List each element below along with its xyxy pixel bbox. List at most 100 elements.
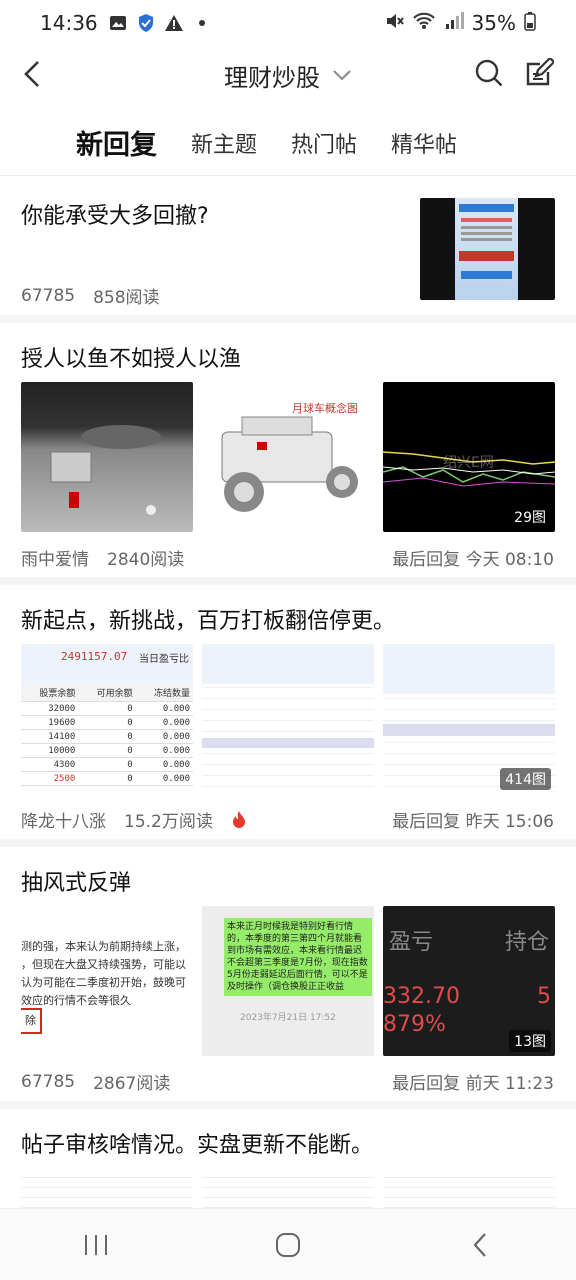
forum-title-text: 理财炒股 xyxy=(224,63,320,92)
search-button[interactable] xyxy=(474,58,506,90)
system-nav-bar xyxy=(0,1208,576,1280)
sheet-cell: 14100 xyxy=(48,731,76,742)
sheet-cell: 0 xyxy=(127,703,133,714)
post-item[interactable]: 帖子审核啥情况。实盘更新不能断。 xyxy=(0,1109,576,1208)
post-thumbnail[interactable] xyxy=(420,198,555,300)
mute-icon xyxy=(384,11,404,36)
image-text: 5 xyxy=(537,984,551,1009)
post-meta: 67785 2867阅读 xyxy=(21,1069,171,1095)
post-image[interactable]: 测的强，本来认为前期持续上涨， ，但现在大盘又持续强势，可能以 认为可能在二季度… xyxy=(21,906,193,1056)
tab-new-replies[interactable]: 新回复 xyxy=(76,123,157,162)
sheet-cell: 32000 xyxy=(48,703,76,714)
post-image[interactable]: 2491157.07 当日盈亏比 股票余额 可用余额 冻结数量 32000 0 0.… xyxy=(21,644,193,794)
post-image[interactable]: 绍兴E网 29图 xyxy=(383,382,555,532)
image-text: 879% xyxy=(383,1012,446,1037)
sheet-cell: 0.000 xyxy=(162,703,190,714)
battery-text: 35% xyxy=(471,11,516,35)
post-item[interactable]: 你能承受大多回撤? 67785 858阅读 xyxy=(0,177,576,323)
image-watermark: 绍兴E网 xyxy=(443,455,494,471)
nav-back-button[interactable] xyxy=(450,1225,510,1265)
forum-title[interactable]: 理财炒股 xyxy=(224,58,352,93)
post-title: 抽风式反弹 xyxy=(21,871,132,896)
post-image[interactable] xyxy=(202,644,374,794)
search-icon xyxy=(475,59,503,87)
recent-apps-button[interactable] xyxy=(66,1225,126,1265)
sheet-cell: 0 xyxy=(127,717,133,728)
compose-button[interactable] xyxy=(524,56,556,90)
post-image[interactable] xyxy=(202,1168,374,1208)
sheet-cell: 2500 xyxy=(53,773,76,784)
wifi-icon xyxy=(412,11,436,36)
tab-hot-posts[interactable]: 热门帖 xyxy=(291,127,357,159)
post-image[interactable]: 本来正月时候我是特别好看行情的，本季度的第三第四个月就能看到市场有需效应，本来看… xyxy=(202,906,374,1056)
shield-icon xyxy=(136,13,156,33)
dot-icon xyxy=(192,13,212,33)
post-meta: 雨中爱情 2840阅读 xyxy=(21,545,184,570)
image-text: 持仓 xyxy=(504,930,549,955)
signal-icon xyxy=(444,11,464,36)
post-item[interactable]: 授人以鱼不如授人以渔 月球车概念图 绍兴E网 29图 雨中爱情 2840阅读 最… xyxy=(0,323,576,585)
image-count-badge: 13图 xyxy=(509,1030,551,1052)
post-title: 你能承受大多回撤? xyxy=(21,204,209,229)
post-meta: 67785 858阅读 xyxy=(21,283,160,309)
tab-featured[interactable]: 精华帖 xyxy=(391,127,457,159)
post-title: 帖子审核啥情况。实盘更新不能断。 xyxy=(21,1133,374,1158)
last-reply: 最后回复 今天 08:10 xyxy=(392,550,554,570)
image-count-badge: 414图 xyxy=(500,768,551,790)
post-image[interactable]: 414图 xyxy=(383,644,555,794)
status-time: 14:36 xyxy=(40,11,98,35)
sheet-top-label: 当日盈亏比 xyxy=(139,654,189,665)
chevron-down-icon xyxy=(333,70,351,81)
fire-icon xyxy=(232,810,245,828)
tab-bar: 新回复 新主题 热门帖 精华帖 xyxy=(0,110,576,176)
post-image[interactable] xyxy=(21,382,193,532)
back-icon xyxy=(473,1232,486,1257)
last-reply: 最后回复 前天 11:23 xyxy=(392,1074,554,1094)
image-text-line: ，但现在大盘又持续强势，可能以 xyxy=(21,958,186,971)
warning-icon xyxy=(164,13,184,33)
tab-new-topics[interactable]: 新主题 xyxy=(191,127,257,159)
post-reads: 2840阅读 xyxy=(107,550,185,570)
sheet-cell: 0.000 xyxy=(162,717,190,728)
image-text-line: 认为可能在二季度初开始，鼓晚可 xyxy=(21,976,186,989)
post-image[interactable] xyxy=(21,1168,193,1208)
edit-icon xyxy=(526,56,556,86)
sheet-cell: 0.000 xyxy=(162,731,190,742)
post-image[interactable] xyxy=(383,1168,555,1208)
sheet-cell: 0.000 xyxy=(162,773,190,784)
image-caption: 月球车概念图 xyxy=(292,402,358,415)
app-header: 理财炒股 xyxy=(0,46,576,104)
post-image[interactable]: 盈亏 持仓 332.70 5 879% 13图 xyxy=(383,906,555,1056)
post-author: 降龙十八涨 xyxy=(21,812,106,832)
post-reads: 858阅读 xyxy=(93,288,160,308)
sheet-cell: 0.000 xyxy=(162,759,190,770)
home-icon xyxy=(276,1232,300,1257)
sheet-cell: 0 xyxy=(127,731,133,742)
image-text: 盈亏 xyxy=(389,930,434,955)
image-mark: 除 xyxy=(21,1008,42,1034)
last-reply: 最后回复 昨天 15:06 xyxy=(392,812,554,832)
post-title: 授人以鱼不如授人以渔 xyxy=(21,347,242,372)
chat-bubble: 本来正月时候我是特别好看行情的，本季度的第三第四个月就能看到市场有需效应，本来看… xyxy=(224,918,372,996)
sheet-cell: 0.000 xyxy=(162,745,190,756)
image-text-line: 效应的行情不会等很久 xyxy=(21,994,131,1007)
post-reads: 15.2万阅读 xyxy=(124,812,213,832)
sheet-cell: 0 xyxy=(127,759,133,770)
battery-icon xyxy=(524,11,536,36)
sheet-top-value: 2491157.07 xyxy=(61,650,128,663)
post-meta: 降龙十八涨 15.2万阅读 xyxy=(21,807,247,832)
post-item[interactable]: 抽风式反弹 测的强，本来认为前期持续上涨， ，但现在大盘又持续强势，可能以 认为… xyxy=(0,847,576,1109)
back-button[interactable] xyxy=(14,56,50,92)
sheet-cell: 0 xyxy=(127,745,133,756)
image-text-line: 测的强，本来认为前期持续上涨， xyxy=(21,940,186,953)
post-author: 雨中爱情 xyxy=(21,550,89,570)
sheet-cell: 19600 xyxy=(48,717,76,728)
sheet-cell: 0 xyxy=(127,773,133,784)
post-reads: 2867阅读 xyxy=(93,1074,171,1094)
sheet-cell: 4300 xyxy=(53,759,76,770)
post-image[interactable]: 月球车概念图 xyxy=(202,382,374,532)
home-button[interactable] xyxy=(258,1225,318,1265)
chat-date: 2023年7月21日 17:52 xyxy=(240,1013,336,1023)
image-count-badge: 29图 xyxy=(509,506,551,528)
post-item[interactable]: 新起点，新挑战，百万打板翻倍停更。 2491157.07 当日盈亏比 股票余额 … xyxy=(0,585,576,847)
